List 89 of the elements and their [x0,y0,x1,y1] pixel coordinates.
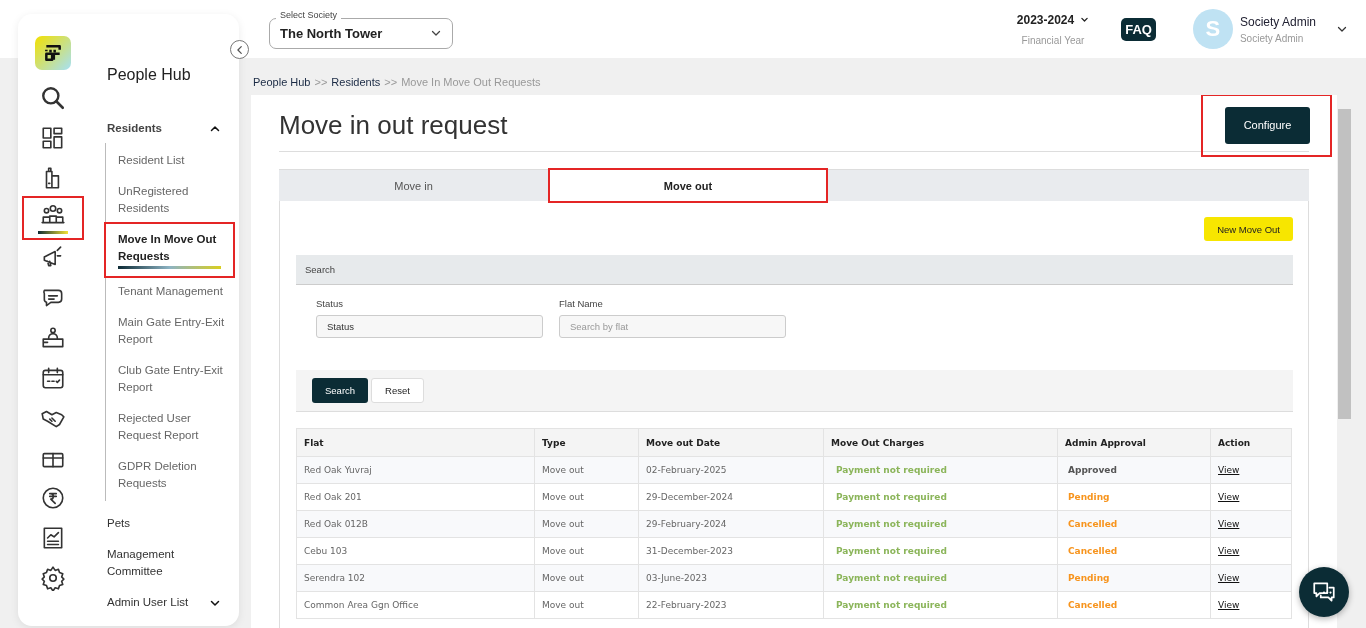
breadcrumb-item[interactable]: People Hub [253,76,311,90]
table-cell: Move out [534,456,639,484]
table-cell: Move out [534,510,639,538]
submenu-item[interactable]: Club Gate Entry-Exit Report [106,355,233,403]
status-cell: Cancelled [1057,510,1211,538]
new-move-out-button[interactable]: New Move Out [1204,217,1293,241]
select-label: Select Society [276,9,342,20]
status-cell: Cancelled [1057,591,1211,619]
table-cell: Red Oak 201 [296,483,535,511]
chevron-down-icon [1080,15,1090,24]
search-panel-header: Search [296,255,1293,285]
user-role: Society Admin [1239,32,1305,44]
app-logo[interactable] [35,36,71,70]
status-cell: Pending [1057,564,1211,592]
table-cell: Move out [534,483,639,511]
breadcrumb-item[interactable]: Residents [331,76,381,90]
menu-group[interactable]: Residents [107,120,162,137]
table-cell: Cebu 103 [296,537,535,565]
tab[interactable]: Move in [279,170,548,201]
page-title: Move in out request [279,109,508,141]
rupee-icon [40,485,66,511]
view-link[interactable]: View [1218,519,1240,529]
column-header: Move out Date [638,428,824,457]
column-header: Flat [296,428,535,457]
table-cell: 31-December-2023 [638,537,824,565]
chevron-left-icon [234,44,245,55]
year-label: Financial Year [1021,34,1085,46]
table-cell: Move out [534,537,639,565]
column-header: Admin Approval [1057,428,1211,457]
active-indicator [38,231,68,234]
chat-bubbles-icon [1311,579,1337,605]
table-cell: Red Oak 012B [296,510,535,538]
faq-button[interactable]: FAQ [1121,17,1156,41]
column-header: Move Out Charges [823,428,1058,457]
field-label: Flat Name [559,298,604,309]
submenu-item[interactable]: Tenant Management [106,276,231,307]
table-cell: Payment not required [823,537,1058,565]
menu-group[interactable]: Management Committee [107,546,217,580]
table-cell: Red Oak Yuvraj [296,456,535,484]
table-cell: 29-February-2024 [638,510,824,538]
field-label: Status [316,298,344,309]
table-cell: Move out [534,591,639,619]
logo-mark-icon [43,43,63,63]
table-cell: 22-February-2023 [638,591,824,619]
table-cell: Move out [534,564,639,592]
table-cell: Payment not required [823,510,1058,538]
menu-group[interactable]: Pets [107,515,130,532]
view-link[interactable]: View [1218,600,1240,610]
table-cell: Serendra 102 [296,564,535,592]
table-cell: 29-December-2024 [638,483,824,511]
table-cell: Payment not required [823,564,1058,592]
view-link[interactable]: View [1218,492,1240,502]
search-icon [40,85,66,111]
input-field[interactable]: Search by flat [559,315,786,338]
search-button[interactable]: Search [312,378,369,403]
view-link[interactable]: View [1218,465,1240,475]
submenu-item[interactable]: Move In Move Out Requests [106,224,233,276]
submenu-item[interactable]: Rejected User Request Report [106,403,233,451]
table-cell: Payment not required [823,483,1058,511]
breadcrumb-separator: >> [384,76,398,90]
table-cell: Common Area Ggn Office [296,591,535,619]
settings-icon [40,565,66,591]
input-field[interactable]: Status [316,315,543,338]
submenu-item[interactable]: UnRegistered Residents [106,176,233,224]
table-cell: Payment not required [823,591,1058,619]
menu-group[interactable]: Admin User List [107,594,189,611]
submenu-item[interactable]: GDPR Deletion Requests [106,451,233,499]
breadcrumb-item: Move In Move Out Requests [401,76,541,90]
year-select[interactable]: 2023-2024 [1016,12,1090,27]
table-cell: 02-February-2025 [638,456,824,484]
configure-button[interactable]: Configure [1225,106,1310,144]
section-title: People Hub [107,66,192,84]
tab[interactable]: Move out [550,170,826,201]
column-header: Action [1210,428,1292,457]
table-cell: 03-June-2023 [638,564,824,592]
reset-button[interactable]: Reset [371,378,424,403]
calendar-icon [40,365,66,391]
nav-rail-item[interactable] [24,198,82,238]
status-cell: Pending [1057,483,1211,511]
status-cell: Approved [1057,456,1211,484]
column-header: Type [534,428,639,457]
submenu-item[interactable]: Resident List [106,145,193,176]
view-link[interactable]: View [1218,573,1240,583]
submenu-item[interactable]: Main Gate Entry-Exit Report [106,307,233,355]
view-link[interactable]: View [1218,546,1240,556]
user-name: Society Admin [1239,14,1316,29]
table-cell: Payment not required [823,456,1058,484]
breadcrumb-separator: >> [314,76,328,90]
status-cell: Cancelled [1057,537,1211,565]
